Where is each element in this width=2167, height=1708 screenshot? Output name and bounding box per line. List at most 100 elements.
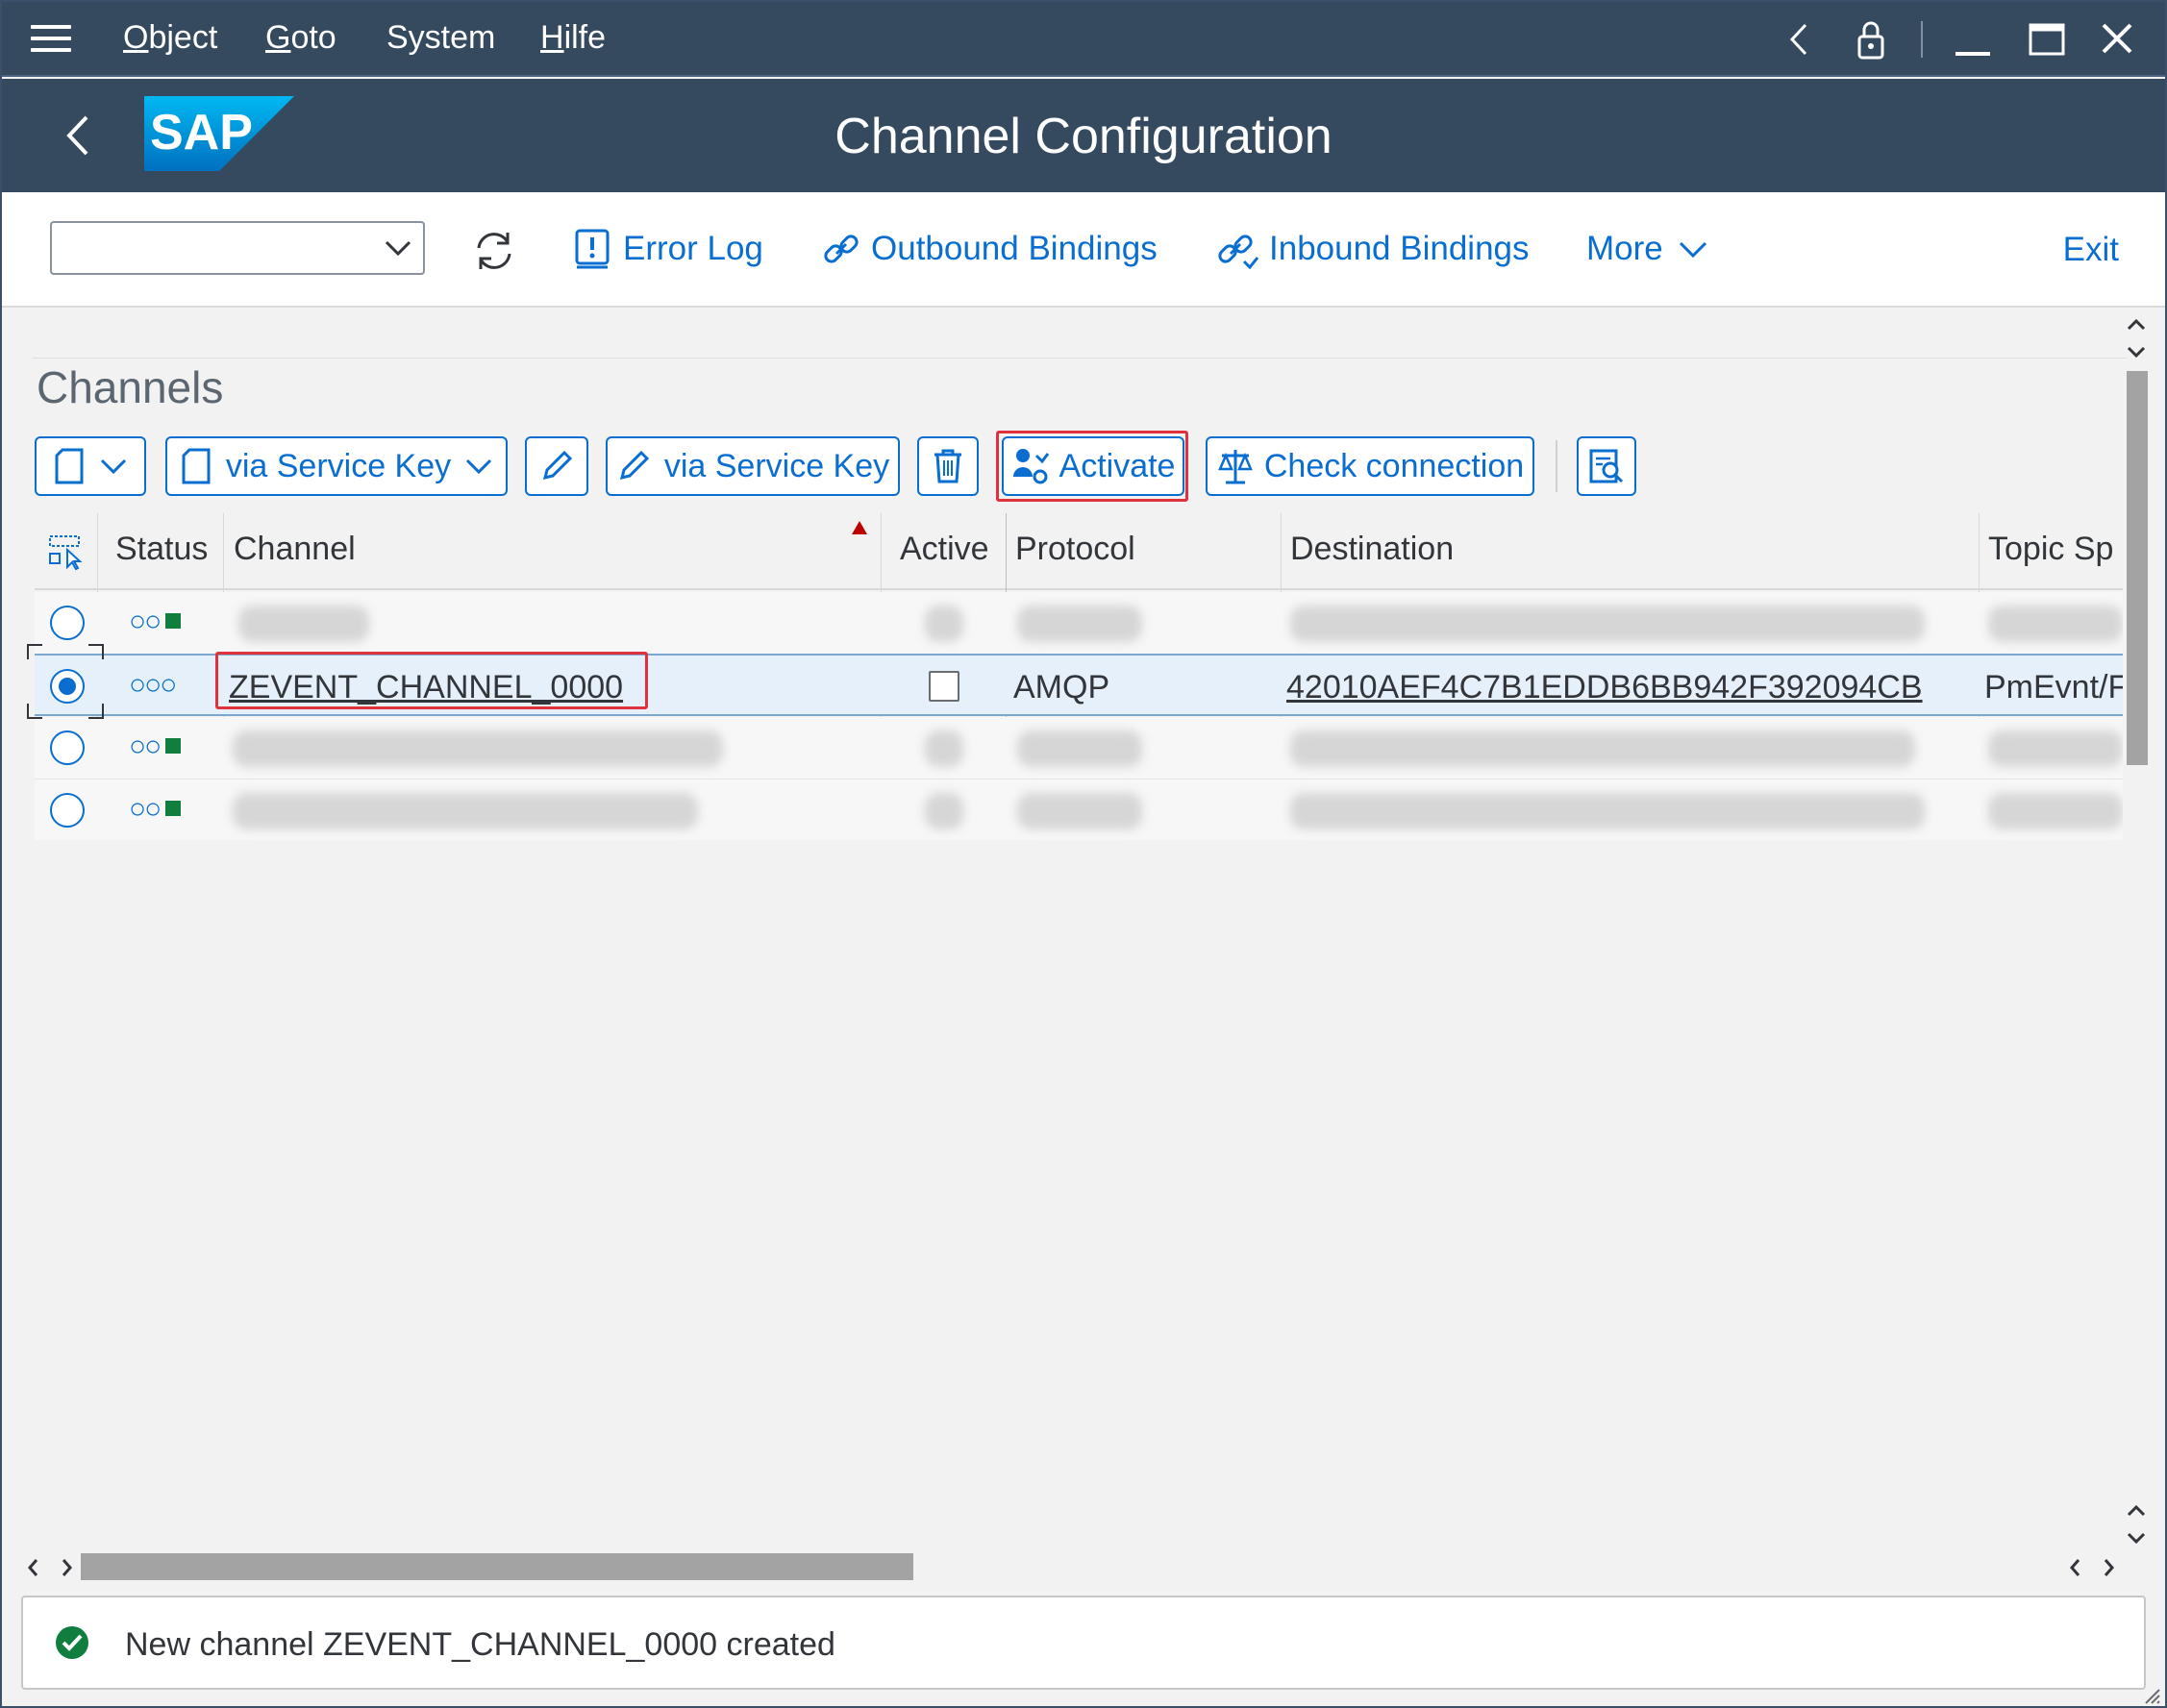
titlebar-separator (1921, 21, 1923, 58)
resize-grip-icon[interactable] (2140, 1684, 2161, 1705)
success-check-icon (56, 1626, 88, 1659)
column-status[interactable]: Status (115, 531, 208, 568)
minimize-icon[interactable] (1950, 17, 1996, 62)
active-checkbox[interactable] (929, 671, 959, 702)
redacted-protocol (1017, 606, 1142, 642)
column-protocol[interactable]: Protocol (1015, 531, 1135, 568)
redacted-active (925, 730, 963, 767)
page-title: Channel Configuration (834, 109, 1333, 164)
status-indicator: ○○ (129, 730, 182, 763)
table-row[interactable]: ○○ (35, 592, 2123, 655)
table-row-selected[interactable]: ○○○ ZEVENT_CHANNEL_0000 AMQP 42010AEF4C7… (35, 654, 2123, 716)
column-channel[interactable]: Channel (234, 531, 356, 568)
error-log-icon (575, 229, 610, 269)
status-bar: New channel ZEVENT_CHANNEL_0000 created (21, 1596, 2146, 1690)
redacted-channel (233, 730, 723, 767)
focus-indicator (88, 644, 104, 659)
scroll-left-right-icon[interactable] (25, 1553, 75, 1582)
redacted-topic (1988, 730, 2123, 767)
toolbar-separator (1556, 440, 1557, 492)
inbound-bindings-label: Inbound Bindings (1269, 230, 1530, 267)
focus-indicator (27, 644, 42, 659)
redacted-channel (233, 793, 698, 829)
row-select-radio[interactable] (50, 730, 85, 765)
column-active[interactable]: Active (900, 531, 989, 568)
exit-button[interactable]: Exit (2063, 231, 2119, 269)
edit-button[interactable] (525, 436, 588, 496)
menu-hilfe[interactable]: Hilfe (540, 19, 606, 57)
activate-label: Activate (1059, 447, 1176, 484)
close-icon[interactable] (2094, 17, 2140, 62)
focus-indicator (27, 704, 42, 719)
redacted-destination (1290, 730, 1915, 767)
link-icon (824, 235, 859, 263)
error-log-button[interactable]: Error Log (573, 225, 763, 273)
select-all-icon[interactable] (46, 532, 85, 571)
redacted-destination (1290, 793, 1925, 829)
scroll-left-right-icon[interactable] (2067, 1553, 2117, 1582)
app-toolbar: Error Log Outbound Bindings Inbound Bind… (2, 192, 2165, 308)
scroll-up-down-icon[interactable] (2123, 315, 2150, 361)
status-indicator: ○○ (129, 606, 182, 638)
channels-table: Status Channel Active Protocol Destinati… (35, 513, 2123, 840)
check-connection-button[interactable]: Check connection (1206, 436, 1534, 496)
redacted-active (925, 793, 963, 829)
redacted-protocol (1017, 730, 1142, 767)
destination-link[interactable]: 42010AEF4C7B1EDDB6BB942F392094CB (1286, 669, 1923, 706)
focus-indicator (88, 704, 104, 719)
activate-button[interactable]: Activate (1002, 436, 1184, 496)
sort-ascending-icon (852, 521, 867, 534)
edit-via-service-key-button[interactable]: via Service Key (606, 436, 900, 496)
channel-link[interactable]: ZEVENT_CHANNEL_0000 (229, 669, 623, 706)
pencil-icon (619, 450, 649, 481)
sap-window: Object Goto System Hilfe SAP Channel Con… (0, 0, 2167, 1708)
variant-dropdown[interactable] (50, 221, 425, 275)
redacted-channel (238, 606, 369, 642)
create-via-service-key-label: via Service Key (225, 447, 452, 484)
redacted-destination (1290, 606, 1925, 642)
topic-space-value: PmEvnt/F (1984, 669, 2123, 705)
row-select-radio[interactable] (50, 793, 85, 828)
column-destination[interactable]: Destination (1290, 531, 1454, 568)
new-document-icon (182, 448, 211, 484)
horizontal-scrollbar-thumb[interactable] (81, 1553, 913, 1580)
table-row[interactable]: ○○ (35, 717, 2123, 780)
document-search-icon (1589, 449, 1624, 483)
table-row[interactable]: ○○ (35, 780, 2123, 840)
edit-via-service-key-label: via Service Key (663, 447, 890, 484)
menu-object[interactable]: Object (123, 19, 217, 57)
chevron-down-icon (100, 458, 127, 475)
redacted-protocol (1017, 793, 1142, 829)
outbound-bindings-button[interactable]: Outbound Bindings (821, 225, 1158, 273)
column-topic-space[interactable]: Topic Sp (1988, 531, 2113, 568)
protocol-value: AMQP (1013, 669, 1110, 705)
delete-button[interactable] (917, 436, 979, 496)
redacted-active (925, 606, 963, 642)
menu-system[interactable]: System (386, 19, 495, 57)
row-select-radio[interactable] (50, 606, 85, 640)
pencil-icon (542, 450, 573, 481)
create-button[interactable] (35, 436, 146, 496)
details-button[interactable] (1577, 436, 1636, 496)
check-connection-label: Check connection (1263, 447, 1525, 484)
more-button[interactable]: More (1586, 225, 1719, 273)
activate-icon (1012, 449, 1049, 484)
menu-goto[interactable]: Goto (265, 19, 336, 57)
chevron-down-icon (385, 240, 411, 257)
refresh-icon[interactable] (471, 227, 517, 275)
create-via-service-key-button[interactable]: via Service Key (165, 436, 508, 496)
status-indicator: ○○ (129, 793, 182, 826)
maximize-icon[interactable] (2023, 17, 2069, 62)
error-log-label: Error Log (623, 230, 763, 267)
lock-icon[interactable] (1848, 17, 1894, 62)
balance-scale-icon (1217, 450, 1253, 484)
row-select-radio[interactable] (50, 669, 85, 704)
status-indicator: ○○○ (129, 669, 177, 701)
inbound-bindings-button[interactable]: Inbound Bindings (1215, 225, 1530, 273)
scroll-up-down-icon[interactable] (2123, 1501, 2150, 1547)
new-document-icon (55, 448, 84, 484)
more-label: More (1586, 230, 1663, 267)
title-bar: Object Goto System Hilfe (2, 2, 2165, 77)
chevron-left-icon[interactable] (1777, 17, 1823, 62)
hamburger-menu-icon[interactable] (31, 25, 71, 54)
